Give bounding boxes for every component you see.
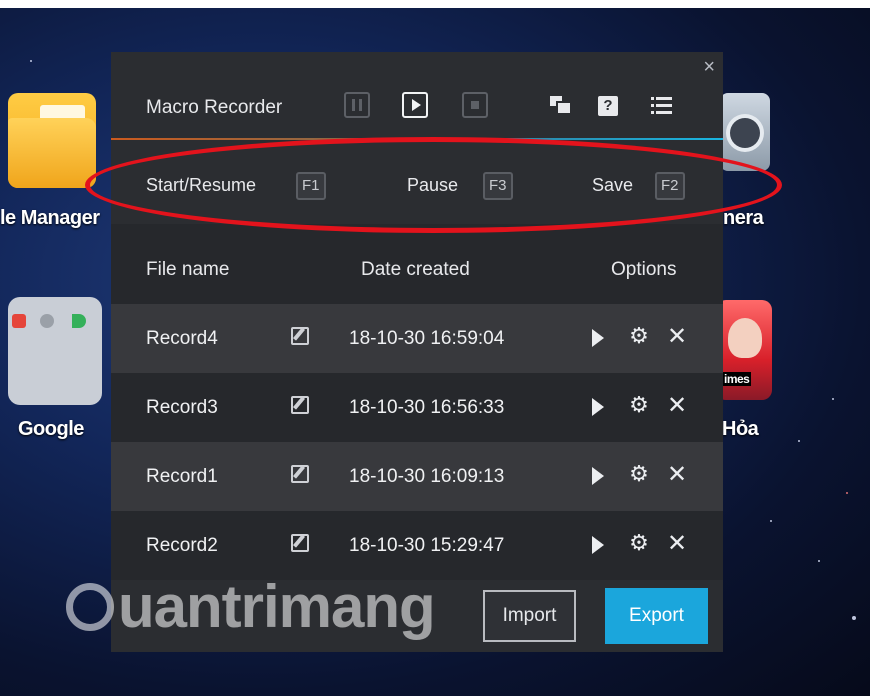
export-button[interactable]: Export	[605, 588, 708, 644]
table-row[interactable]: Record3 18-10-30 16:56:33 ⚙ ✕	[111, 373, 723, 442]
column-options: Options	[611, 259, 677, 280]
star	[798, 440, 800, 442]
start-resume-label: Start/Resume	[146, 175, 257, 195]
window-front	[556, 101, 570, 113]
help-icon[interactable]: ?	[598, 96, 620, 116]
table-row[interactable]: Record2 18-10-30 15:29:47 ⚙ ✕	[111, 511, 723, 580]
menu-dot	[651, 111, 654, 114]
game-badge: imes	[722, 372, 752, 386]
delete-icon[interactable]: ✕	[667, 460, 687, 489]
record-date: 18-10-30 16:09:13	[349, 466, 505, 487]
record-date: 18-10-30 15:29:47	[349, 535, 505, 556]
delete-icon[interactable]: ✕	[667, 391, 687, 420]
edit-icon[interactable]	[291, 327, 309, 345]
play-icon[interactable]	[592, 536, 604, 554]
star	[832, 398, 834, 400]
save-label: Save	[592, 175, 634, 195]
table-row[interactable]: Record4 18-10-30 16:59:04 ⚙ ✕	[111, 304, 723, 373]
help-glyph: ?	[598, 96, 618, 116]
play-icon[interactable]	[592, 329, 604, 347]
menu-line	[656, 111, 672, 114]
record-name: Record1	[146, 466, 218, 487]
edit-icon[interactable]	[291, 465, 309, 483]
camera-lens	[730, 118, 760, 148]
list-menu-icon[interactable]	[651, 96, 673, 116]
folder-front	[8, 118, 96, 188]
stop-button[interactable]	[462, 92, 488, 118]
record-name: Record4	[146, 328, 218, 349]
pen-stroke	[292, 534, 306, 548]
import-button[interactable]: Import	[483, 590, 576, 642]
play-icon[interactable]	[592, 467, 604, 485]
star	[852, 616, 856, 620]
top-strip	[0, 0, 870, 8]
game-character-art	[728, 318, 762, 358]
camera-label: nera	[723, 207, 764, 229]
record-name: Record3	[146, 397, 218, 418]
stop-icon	[471, 101, 479, 109]
gear-icon[interactable]: ⚙	[627, 324, 651, 348]
play-icon[interactable]	[592, 398, 604, 416]
pause-icon	[352, 99, 362, 111]
delete-icon[interactable]: ✕	[667, 322, 687, 351]
close-icon[interactable]: ×	[703, 56, 715, 79]
record-name: Record2	[146, 535, 218, 556]
edit-icon[interactable]	[291, 534, 309, 552]
pause-hotkey[interactable]: F3	[483, 172, 513, 200]
pen-stroke	[292, 327, 306, 341]
column-date-created: Date created	[361, 259, 470, 280]
lightbulb-icon	[66, 583, 114, 631]
star	[770, 520, 772, 522]
menu-dot	[651, 104, 654, 107]
pen-stroke	[292, 465, 306, 479]
star	[30, 60, 32, 62]
pause-label: Pause	[407, 175, 459, 195]
table-row[interactable]: Record1 18-10-30 16:09:13 ⚙ ✕	[111, 442, 723, 511]
menu-line	[656, 97, 672, 100]
star	[846, 492, 848, 494]
settings-app-icon	[40, 314, 54, 328]
pen-stroke	[292, 396, 306, 410]
gear-icon[interactable]: ⚙	[627, 531, 651, 555]
delete-icon[interactable]: ✕	[667, 529, 687, 558]
gear-icon[interactable]: ⚙	[627, 462, 651, 486]
macro-recorder-window: × Macro Recorder ? Start/Resume F1 Pause…	[111, 52, 723, 652]
save-hotkey[interactable]: F2	[655, 172, 685, 200]
game-label: Hỏa	[722, 418, 759, 440]
title-divider	[111, 138, 723, 140]
play-store-icon	[72, 314, 86, 328]
gear-icon[interactable]: ⚙	[627, 393, 651, 417]
file-manager-label: le Manager	[0, 207, 100, 229]
edit-icon[interactable]	[291, 396, 309, 414]
play-icon	[412, 99, 421, 111]
record-date: 18-10-30 16:56:33	[349, 397, 505, 418]
menu-line	[656, 104, 672, 107]
column-file-name: File name	[146, 259, 230, 280]
windows-icon[interactable]	[550, 96, 572, 116]
menu-dot	[651, 97, 654, 100]
start-hotkey[interactable]: F1	[296, 172, 326, 200]
pause-button[interactable]	[344, 92, 370, 118]
google-folder-label: Google	[18, 418, 84, 440]
star	[818, 560, 820, 562]
record-date: 18-10-30 16:59:04	[349, 328, 505, 349]
google-app-icon	[12, 314, 26, 328]
play-button[interactable]	[402, 92, 428, 118]
window-title: Macro Recorder	[146, 97, 283, 118]
